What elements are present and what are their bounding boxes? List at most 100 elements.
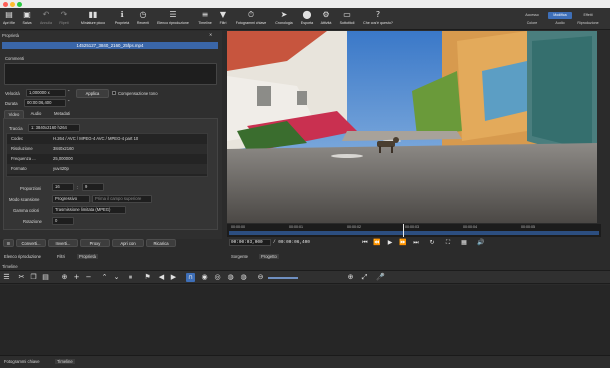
recent-button[interactable]: ◷ Recenti (134, 10, 152, 25)
record-audio-icon[interactable]: 🎤 (376, 273, 385, 282)
rewind-icon[interactable]: ⏪ (373, 239, 381, 247)
reverse-button[interactable]: Inverti... (48, 239, 78, 247)
overwrite-icon[interactable]: ⌄ (112, 273, 121, 282)
convert-button[interactable]: Converti... (16, 239, 46, 247)
proportions-width-field[interactable]: 16 (52, 183, 74, 191)
tab-filters[interactable]: Filtri (57, 254, 65, 259)
loop-icon[interactable]: ↻ (428, 239, 436, 247)
layout-color[interactable]: Colore (520, 20, 544, 27)
marker-icon[interactable]: ⚑ (143, 273, 152, 282)
zoom-icon[interactable]: ⛶ (444, 239, 452, 247)
close-window-button[interactable] (3, 1, 8, 7)
color-range-select[interactable]: Trasmissione limitata (MPEG) (52, 206, 126, 214)
dock-close-icon[interactable]: ✕ (209, 32, 212, 37)
zoom-slider[interactable] (268, 277, 298, 279)
zoom-window-button[interactable] (17, 1, 22, 7)
field-order-select[interactable]: Prima il campo superiore (92, 195, 152, 203)
rotation-select[interactable]: 0 (52, 217, 74, 225)
tab-playlist[interactable]: Elenco riproduzione (4, 254, 41, 259)
open-with-button[interactable]: Apri con (112, 239, 144, 247)
prev-marker-icon[interactable]: ◀ (157, 273, 166, 282)
help-button[interactable]: ? Che cos'è questo? (360, 10, 396, 25)
minimize-window-button[interactable] (10, 1, 15, 7)
keyframes-button[interactable]: ⏱ Fotogrammi chiave (232, 10, 270, 25)
apply-button[interactable]: Applica (76, 89, 109, 98)
filters-button[interactable]: ▼ Filtri (216, 10, 230, 25)
tab-keyframes[interactable]: Fotogrammi chiave (4, 359, 40, 364)
reload-button[interactable]: Ricarica (146, 239, 176, 247)
timeline-area[interactable] (0, 285, 610, 355)
next-marker-icon[interactable]: ▶ (169, 273, 178, 282)
add-icon[interactable]: + (72, 273, 81, 282)
menu-icon[interactable]: ☰ (2, 273, 11, 282)
peak-meter-icon: ▮▮ (88, 10, 98, 19)
layout-access[interactable]: Accesso (520, 12, 544, 19)
skip-end-icon[interactable]: ⏭ (412, 239, 420, 247)
remove-icon[interactable]: − (84, 273, 93, 282)
snap-icon[interactable]: ∩ (186, 273, 195, 282)
paste-icon[interactable]: ▤ (41, 273, 50, 282)
speed-field[interactable]: 1,000000 x (26, 89, 66, 97)
scan-mode-select[interactable]: Progressivo (52, 195, 90, 203)
tab-video[interactable]: Video (4, 110, 24, 118)
lift-icon[interactable]: ⌃ (100, 273, 109, 282)
layout-effects[interactable]: Effetti (576, 12, 600, 19)
help-icon: ? (375, 10, 381, 19)
scrubber-bar[interactable]: 00:00:00 00:00:01 00:00:02 00:00:03 00:0… (227, 224, 601, 237)
save-button[interactable]: ▣ Salva (20, 10, 34, 25)
layout-edit[interactable]: Modifica (548, 12, 572, 19)
video-viewer[interactable] (227, 31, 597, 223)
proportions-height-field[interactable]: 9 (82, 183, 104, 191)
volume-icon[interactable]: 🔊 (477, 239, 485, 247)
subtitles-button[interactable]: ▭ Sottotitoli (337, 10, 357, 25)
append-icon[interactable]: ⊕ (60, 273, 69, 282)
copy-icon[interactable]: ❐ (29, 273, 38, 282)
skip-start-icon[interactable]: ⏮ (361, 239, 369, 247)
speed-stepper[interactable]: ⌃ (67, 89, 70, 94)
menu-button[interactable]: ☰ (3, 239, 14, 247)
undo-button[interactable]: ↶ Annulla (38, 10, 54, 25)
play-icon[interactable]: ▶ (386, 239, 394, 247)
info-icon: ℹ (120, 10, 124, 19)
scrubber-tick-label: 00:00:02 (347, 225, 361, 229)
open-file-button[interactable]: ▤ Apri file (2, 10, 16, 25)
peak-meter-button[interactable]: ▮▮ Miniature picco (76, 10, 110, 25)
redo-button[interactable]: ↷ Ripeti (57, 10, 71, 25)
tab-audio[interactable]: Audio (26, 110, 46, 118)
proxy-button[interactable]: Proxy (80, 239, 110, 247)
tab-timeline[interactable]: Timeline (55, 359, 75, 364)
export-button[interactable]: ⬤ Esporta (298, 10, 316, 25)
timeline-button[interactable]: ≡ Timeline (196, 10, 214, 25)
save-icon: ▣ (23, 10, 31, 19)
cut-icon[interactable]: ✂ (17, 273, 26, 282)
scrubber-track[interactable] (229, 231, 599, 235)
ripple-icon[interactable]: ◎ (213, 273, 222, 282)
jobs-button[interactable]: ⚙ Attività (317, 10, 335, 25)
zoom-fit-icon[interactable]: ⤢ (360, 273, 369, 282)
playhead[interactable] (402, 224, 404, 237)
pitch-checkbox[interactable] (112, 91, 116, 95)
playlist-button[interactable]: ☰ Elenco riproduzione (153, 10, 193, 25)
zoom-in-icon[interactable]: ⊕ (346, 273, 355, 282)
ripple-all-icon[interactable]: ◍ (226, 273, 235, 282)
tab-source[interactable]: Sorgente (231, 254, 248, 259)
layout-player[interactable]: Riproduzione (576, 20, 600, 27)
tab-metadata[interactable]: Metadati (48, 110, 76, 118)
layout-audio[interactable]: Audio (548, 20, 572, 27)
split-icon[interactable]: ⏸ (126, 273, 135, 282)
scrub-audio-icon[interactable]: ◉ (200, 273, 209, 282)
properties-button[interactable]: ℹ Proprietà (112, 10, 132, 25)
speed-label: Velocità (5, 91, 20, 96)
history-button[interactable]: ➤ Cronologia (272, 10, 296, 25)
duration-field[interactable]: 00:00:06,400 (24, 99, 66, 107)
zoom-out-icon[interactable]: ⊖ (256, 273, 265, 282)
ripple-markers-icon[interactable]: ◍ (239, 273, 248, 282)
track-select[interactable]: 1: 3840x2160 h264 (28, 124, 80, 132)
duration-stepper[interactable]: ⌃ (67, 99, 70, 104)
grid-icon[interactable]: ▦ (460, 239, 468, 247)
comments-field[interactable] (4, 63, 217, 85)
tab-project[interactable]: Progetto (259, 254, 279, 259)
fast-forward-icon[interactable]: ⏩ (399, 239, 407, 247)
tab-properties[interactable]: Proprietà (77, 254, 98, 259)
color-range-label: Gamma colori (13, 208, 40, 213)
